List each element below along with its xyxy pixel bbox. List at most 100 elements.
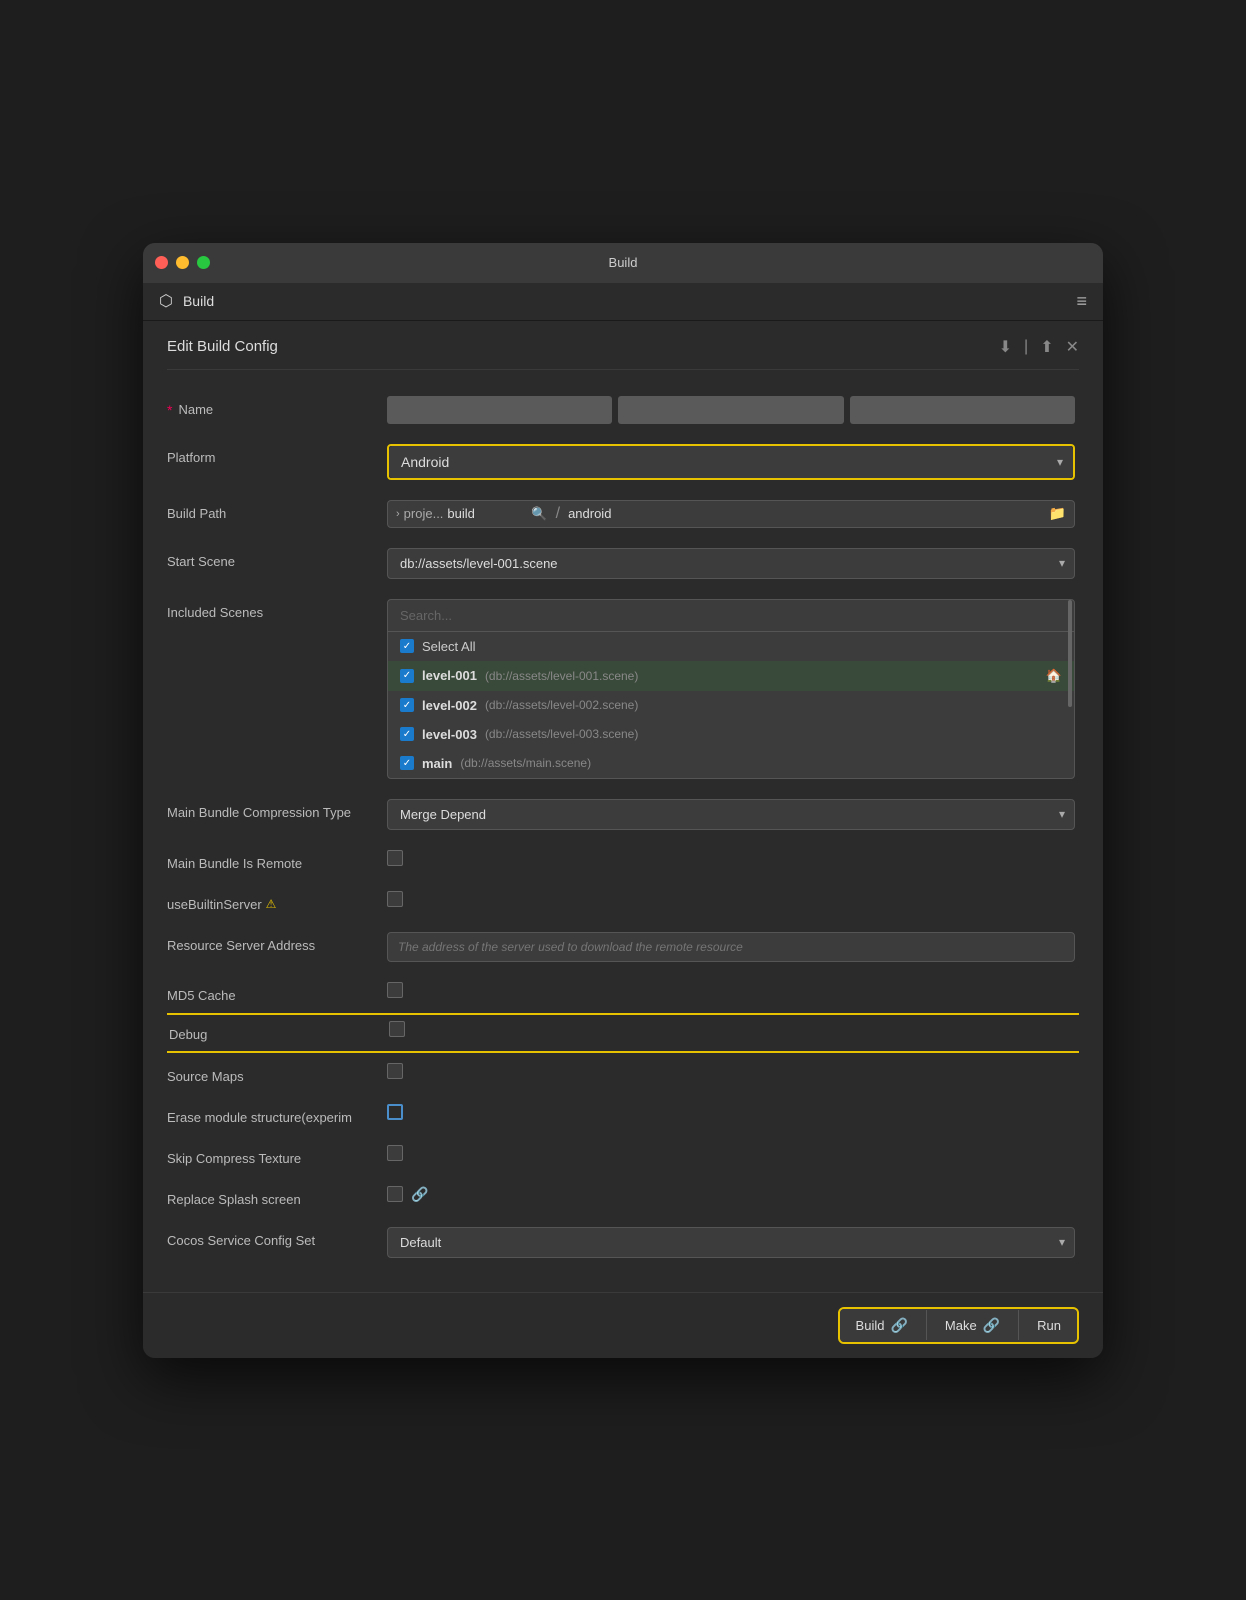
use-builtin-server-control (387, 891, 1075, 907)
source-maps-row: Source Maps (167, 1053, 1075, 1094)
use-builtin-server-label: useBuiltinServer ⚠ (167, 891, 387, 912)
scene-path-level-002: (db://assets/level-002.scene) (485, 698, 638, 712)
main-bundle-is-remote-row: Main Bundle Is Remote (167, 840, 1075, 881)
close-window-button[interactable] (155, 256, 168, 269)
skip-compress-texture-row: Skip Compress Texture (167, 1135, 1075, 1176)
md5-cache-label: MD5 Cache (167, 982, 387, 1003)
main-bundle-compression-type-label-text: Main Bundle Compression Type (167, 805, 351, 820)
btn-separator-1 (926, 1310, 927, 1340)
skip-compress-texture-label: Skip Compress Texture (167, 1145, 387, 1166)
scene-item-level-001[interactable]: ✓ level-001 (db://assets/level-001.scene… (388, 661, 1074, 691)
resource-server-address-label: Resource Server Address (167, 932, 387, 953)
platform-control: Android iOS Web Mobile Web Desktop Windo… (387, 444, 1075, 480)
name-label: * Name (167, 396, 387, 418)
start-scene-label: Start Scene (167, 548, 387, 569)
debug-control (389, 1021, 1073, 1037)
main-bundle-is-remote-label-text: Main Bundle Is Remote (167, 856, 302, 871)
path-project: proje... (404, 506, 444, 521)
scene-checkbox-level-003[interactable]: ✓ (400, 727, 414, 741)
name-segment-1 (387, 396, 612, 424)
panel-header-actions: ⬇ | ⬆ ✕ (999, 337, 1079, 357)
path-separator: / (556, 505, 560, 523)
resource-server-address-label-text: Resource Server Address (167, 938, 315, 953)
main-bundle-is-remote-checkbox[interactable] (387, 850, 403, 866)
erase-module-checkbox[interactable] (387, 1104, 403, 1120)
build-path-android-input[interactable] (568, 506, 1045, 521)
scene-item-level-002[interactable]: ✓ level-002 (db://assets/level-002.scene… (388, 691, 1074, 720)
maximize-window-button[interactable] (197, 256, 210, 269)
replace-splash-screen-checkbox[interactable] (387, 1186, 403, 1202)
scene-checkbox-level-002[interactable]: ✓ (400, 698, 414, 712)
scene-home-icon-level-001: 🏠 (1046, 668, 1062, 684)
cocos-service-config-row: Cocos Service Config Set Default ▾ (167, 1217, 1075, 1268)
make-button[interactable]: Make 🔗 (929, 1309, 1016, 1342)
scene-checkbox-main[interactable]: ✓ (400, 756, 414, 770)
panel-title: Edit Build Config (167, 338, 278, 355)
hamburger-menu-icon[interactable]: ≡ (1076, 291, 1087, 312)
path-folder-icon[interactable]: 📁 (1049, 505, 1066, 522)
resource-server-address-control (387, 932, 1075, 962)
select-all-label: Select All (422, 639, 475, 654)
panel-header: Edit Build Config ⬇ | ⬆ ✕ (167, 321, 1079, 370)
run-button[interactable]: Run (1021, 1310, 1077, 1341)
main-bundle-compression-type-label: Main Bundle Compression Type (167, 799, 387, 820)
source-maps-label: Source Maps (167, 1063, 387, 1084)
platform-label-text: Platform (167, 450, 215, 465)
start-scene-label-text: Start Scene (167, 554, 235, 569)
md5-cache-label-text: MD5 Cache (167, 988, 236, 1003)
replace-splash-screen-label-text: Replace Splash screen (167, 1192, 301, 1207)
name-segment-2 (618, 396, 843, 424)
bottom-bar: Build 🔗 Make 🔗 Run (143, 1292, 1103, 1358)
warn-icon: ⚠ (266, 897, 277, 911)
scene-item-level-003[interactable]: ✓ level-003 (db://assets/level-003.scene… (388, 720, 1074, 749)
replace-splash-screen-row: Replace Splash screen 🔗 (167, 1176, 1075, 1217)
erase-module-row: Erase module structure(experim (167, 1094, 1075, 1135)
platform-row: Platform Android iOS Web Mobile Web Desk… (167, 434, 1075, 490)
source-maps-label-text: Source Maps (167, 1069, 244, 1084)
cocos-service-config-label: Cocos Service Config Set (167, 1227, 387, 1248)
skip-compress-texture-control (387, 1145, 1075, 1161)
resource-server-address-input[interactable] (387, 932, 1075, 962)
compression-type-select[interactable]: Merge Depend None Merge All JSON Mini Ga… (387, 799, 1075, 830)
main-bundle-is-remote-control (387, 850, 1075, 866)
platform-label: Platform (167, 444, 387, 465)
build-path-label: Build Path (167, 500, 387, 521)
scenes-panel: ✓ Select All ✓ level-001 (db://assets/le… (387, 599, 1075, 779)
close-panel-button[interactable]: ✕ (1066, 337, 1079, 357)
start-scene-control: db://assets/level-001.scene db://assets/… (387, 548, 1075, 579)
build-button-label: Build (856, 1318, 885, 1333)
build-path-input-row: › proje... 🔍 / 📁 (387, 500, 1075, 528)
cocos-service-config-select[interactable]: Default (387, 1227, 1075, 1258)
run-button-label: Run (1037, 1318, 1061, 1333)
platform-select[interactable]: Android iOS Web Mobile Web Desktop Windo… (389, 446, 1073, 478)
source-maps-checkbox[interactable] (387, 1063, 403, 1079)
build-path-build-input[interactable] (447, 506, 527, 521)
scene-item-main[interactable]: ✓ main (db://assets/main.scene) (388, 749, 1074, 778)
main-bundle-compression-type-row: Main Bundle Compression Type Merge Depen… (167, 789, 1075, 840)
md5-cache-checkbox[interactable] (387, 982, 403, 998)
select-all-item[interactable]: ✓ Select All (388, 632, 1074, 661)
replace-splash-external-link-icon[interactable]: 🔗 (411, 1186, 428, 1203)
required-indicator: * (167, 402, 172, 418)
use-builtin-server-checkbox[interactable] (387, 891, 403, 907)
included-scenes-row: Included Scenes ✓ Select All ✓ level- (167, 589, 1075, 789)
cocos-service-config-label-text: Cocos Service Config Set (167, 1233, 315, 1248)
source-maps-control (387, 1063, 1075, 1079)
select-all-checkbox[interactable]: ✓ (400, 639, 414, 653)
start-scene-select[interactable]: db://assets/level-001.scene db://assets/… (387, 548, 1075, 579)
build-button-icon: 🔗 (890, 1317, 907, 1334)
skip-compress-texture-checkbox[interactable] (387, 1145, 403, 1161)
scenes-search-input[interactable] (388, 600, 1074, 632)
debug-checkbox[interactable] (389, 1021, 405, 1037)
scene-checkbox-level-001[interactable]: ✓ (400, 669, 414, 683)
path-search-icon[interactable]: 🔍 (531, 506, 547, 522)
export-config-icon[interactable]: ⬆ (1040, 337, 1053, 357)
minimize-window-button[interactable] (176, 256, 189, 269)
scene-path-main: (db://assets/main.scene) (460, 756, 591, 770)
name-label-text: Name (178, 402, 213, 417)
menu-icon: ⬡ (159, 291, 173, 311)
save-config-icon[interactable]: ⬇ (999, 337, 1012, 357)
build-button[interactable]: Build 🔗 (840, 1309, 924, 1342)
skip-compress-texture-label-text: Skip Compress Texture (167, 1151, 301, 1166)
scenes-scrollbar (1068, 600, 1072, 778)
